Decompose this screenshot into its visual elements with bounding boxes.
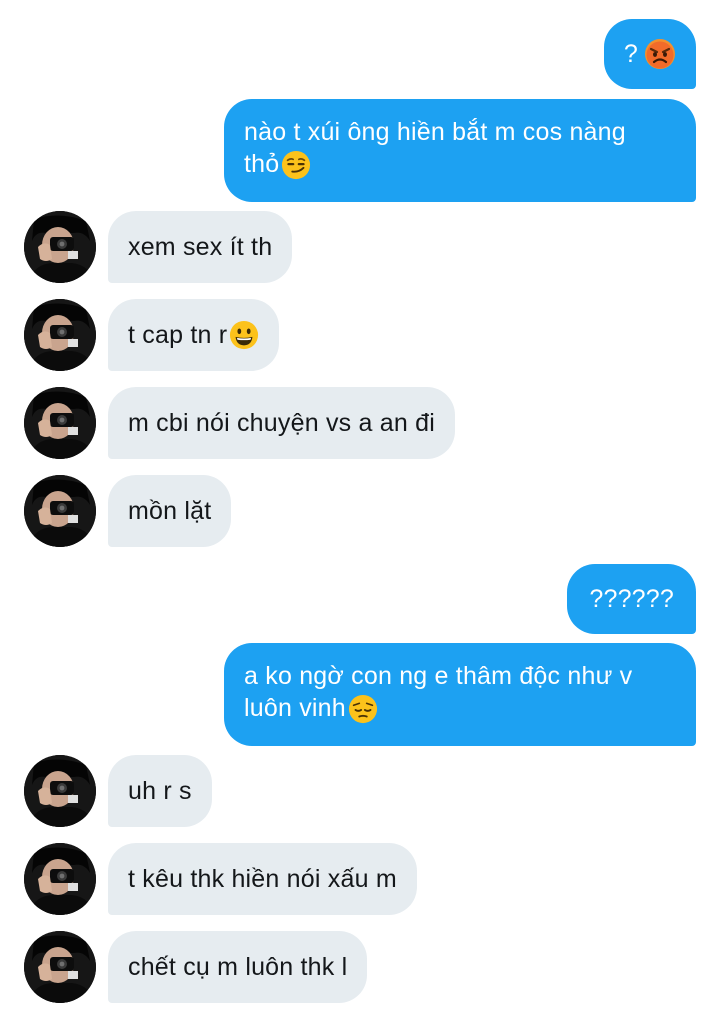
avatar[interactable] — [24, 755, 96, 827]
incoming-message[interactable]: t cap tn r — [108, 299, 280, 371]
smirking-face-icon — [281, 150, 311, 180]
message-text-line-2: thỏ — [244, 150, 280, 178]
message-text: xem sex ít th — [128, 233, 273, 261]
message-text: t kêu thk hiền nói xấu m — [128, 865, 397, 893]
message-text-line-1: a ko ngờ con ng e thâm độc như v — [244, 662, 633, 690]
incoming-message[interactable]: chết cụ m luôn thk l — [108, 931, 368, 1003]
avatar-photo-icon — [24, 211, 96, 283]
message-text: m cbi nói chuyện vs a an đi — [128, 409, 435, 437]
avatar[interactable] — [24, 931, 96, 1003]
incoming-message[interactable]: uh r s — [108, 755, 212, 827]
outgoing-message[interactable]: a ko ngờ con ng e thâm độc như v luôn vi… — [224, 643, 696, 746]
avatar[interactable] — [24, 843, 96, 915]
message-text: ?????? — [589, 585, 674, 613]
outgoing-message[interactable]: ? — [603, 19, 696, 89]
avatar[interactable] — [24, 299, 96, 371]
incoming-message[interactable]: m cbi nói chuyện vs a an đi — [108, 387, 455, 459]
avatar-photo-icon — [24, 475, 96, 547]
message-text-line-2: luôn vinh — [244, 694, 346, 722]
avatar-photo-icon — [24, 755, 96, 827]
avatar-photo-icon — [24, 843, 96, 915]
incoming-message[interactable]: xem sex ít th — [108, 211, 293, 283]
avatar[interactable] — [24, 387, 96, 459]
avatar[interactable] — [24, 475, 96, 547]
message-text: mồn lặt — [128, 497, 212, 525]
grinning-face-icon — [229, 320, 259, 350]
message-text: ? — [623, 40, 638, 68]
pensive-face-icon — [348, 694, 378, 724]
incoming-message[interactable]: mồn lặt — [108, 475, 232, 547]
outgoing-message[interactable]: ?????? — [567, 564, 696, 634]
incoming-message[interactable]: t kêu thk hiền nói xấu m — [108, 843, 417, 915]
outgoing-message[interactable]: nào t xúi ông hiền bắt m cos nàng thỏ — [224, 99, 696, 202]
angry-face-icon — [644, 38, 676, 70]
message-text: t cap tn r — [128, 321, 228, 349]
message-text-line-1: nào t xúi ông hiền bắt m cos nàng — [244, 118, 626, 146]
avatar-photo-icon — [24, 299, 96, 371]
message-text: chết cụ m luôn thk l — [128, 953, 348, 981]
avatar-photo-icon — [24, 387, 96, 459]
avatar[interactable] — [24, 211, 96, 283]
avatar-photo-icon — [24, 931, 96, 1003]
message-text: uh r s — [128, 777, 192, 805]
